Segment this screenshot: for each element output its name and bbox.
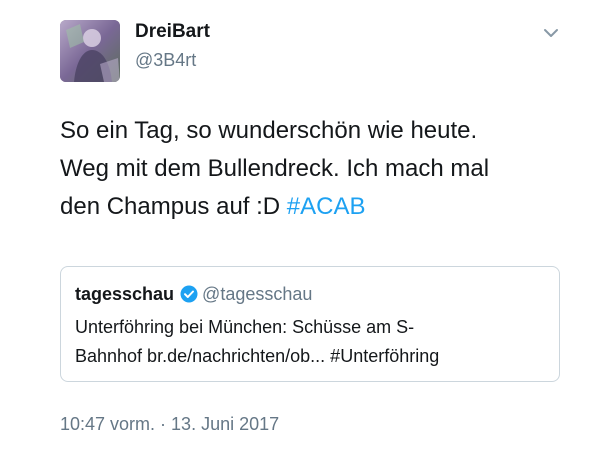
tweet-timestamp[interactable]: 10:47 vorm. · 13. Juni 2017 <box>60 412 279 436</box>
verified-badge-icon <box>180 285 198 303</box>
quoted-text-line: Unterföhring bei München: Schüsse am S- <box>75 317 415 337</box>
tweet: DreiBart @3B4rt So ein Tag, so wundersch… <box>0 0 600 450</box>
chevron-down-icon[interactable] <box>540 22 562 44</box>
quoted-tweet-header: tagesschau @tagesschau <box>75 283 312 305</box>
avatar-image <box>60 20 120 82</box>
tweet-text-line: So ein Tag, so wunderschön wie heute. <box>60 117 478 144</box>
quoted-tweet-text: Unterföhring bei München: Schüsse am S- … <box>75 313 545 371</box>
tweet-text: So ein Tag, so wunderschön wie heute. We… <box>60 112 590 226</box>
quoted-author-handle[interactable]: @tagesschau <box>202 284 312 304</box>
tweet-text-line: Weg mit dem Bullendreck. Ich mach mal <box>60 155 490 182</box>
tweet-text-segment: den Champus auf :D <box>60 193 287 220</box>
author-display-name[interactable]: DreiBart <box>135 20 210 44</box>
tweet-text-line: den Champus auf :D #ACAB <box>60 188 590 226</box>
quoted-text-line: Bahnhof br.de/nachrichten/ob... #Unterfö… <box>75 346 440 366</box>
hashtag-link[interactable]: #ACAB <box>287 193 366 220</box>
avatar[interactable] <box>60 20 120 82</box>
author-handle[interactable]: @3B4rt <box>135 48 196 72</box>
quoted-tweet-card[interactable]: tagesschau @tagesschau Unterföhring bei M… <box>60 266 560 382</box>
quoted-author-name[interactable]: tagesschau <box>75 284 174 304</box>
